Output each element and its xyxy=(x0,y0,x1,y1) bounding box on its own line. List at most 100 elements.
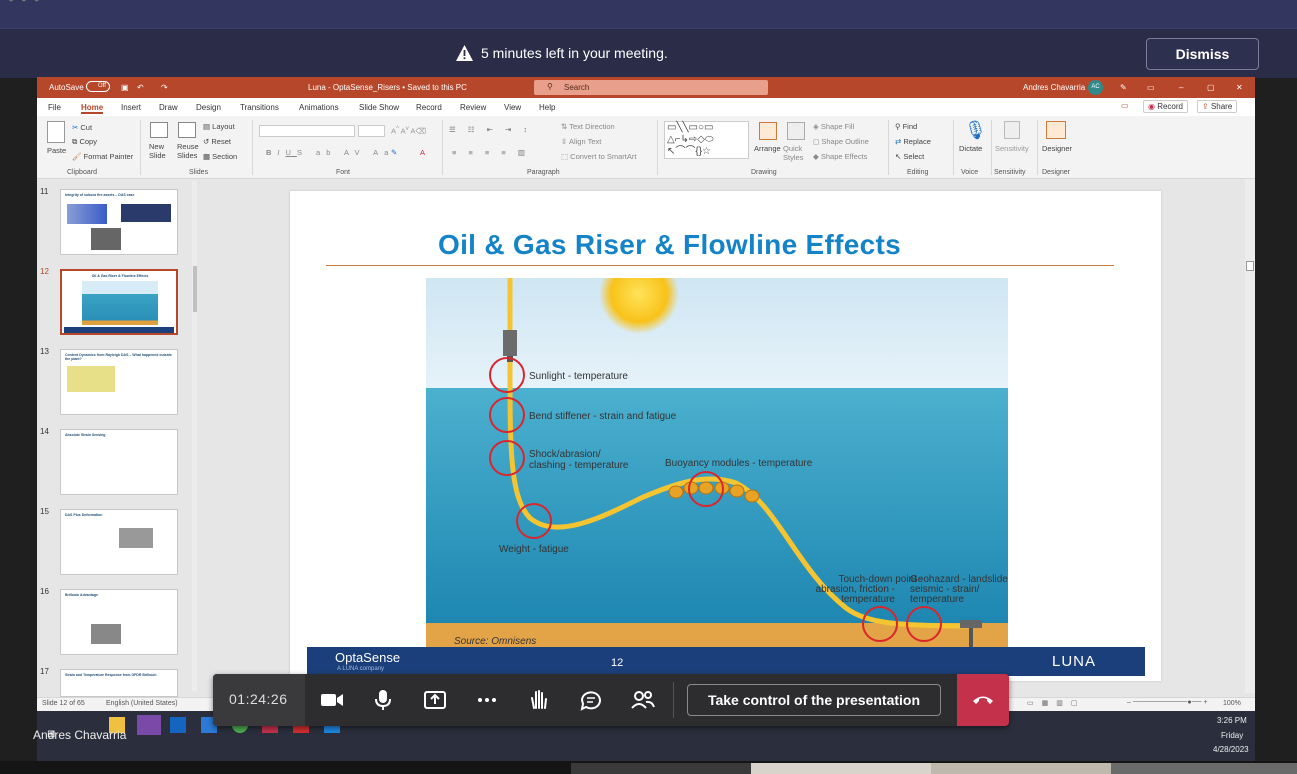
shape-effects-button[interactable]: ◆ Shape Effects xyxy=(813,152,867,161)
slide-thumbnail-15[interactable]: DAS Plus Deformation xyxy=(60,509,178,575)
participant-video[interactable] xyxy=(931,763,1111,774)
tab-insert[interactable]: Insert xyxy=(121,103,141,112)
slide-thumbnail-16[interactable]: Brillouin Advantage xyxy=(60,589,178,655)
shape-fill-button[interactable]: ◈ Shape Fill xyxy=(813,122,854,131)
select-button[interactable]: ↖ Select xyxy=(895,152,924,161)
designer-icon[interactable] xyxy=(1046,121,1066,139)
record-button[interactable]: ◉ Record xyxy=(1143,100,1188,113)
format-painter-button[interactable]: 🖌 Format Painter xyxy=(72,152,133,161)
slide-thumbnail-11[interactable]: Integrity of subsea fire assets – DAS ca… xyxy=(60,189,178,255)
tab-help[interactable]: Help xyxy=(539,103,555,112)
dictate-button[interactable]: Dictate xyxy=(959,144,982,153)
shape-outline-button[interactable]: ◻ Shape Outline xyxy=(813,137,869,146)
participants-icon[interactable] xyxy=(630,688,656,712)
highlight-icon[interactable]: ✎ xyxy=(391,148,397,157)
align-text-button[interactable]: ⇳ Align Text xyxy=(561,137,601,146)
undo-icon[interactable]: ↶ xyxy=(137,83,144,92)
arrange-button[interactable]: Arrange xyxy=(754,144,781,153)
camera-icon[interactable] xyxy=(319,688,345,712)
current-slide[interactable]: Oil & Gas Riser & Flowline Effects Sunli… xyxy=(290,191,1161,681)
designer-button[interactable]: Designer xyxy=(1042,144,1072,153)
slide-thumbnail-12[interactable]: Oil & Gas Riser & Flowline Effects xyxy=(60,269,178,335)
share-screen-icon[interactable] xyxy=(422,688,448,712)
reuse-slides-icon[interactable] xyxy=(178,122,196,138)
user-name[interactable]: Andres Chavarria xyxy=(1023,83,1085,92)
grow-font-icon[interactable]: A^ Av A⌫ xyxy=(391,125,426,136)
language-indicator[interactable]: English (United States) xyxy=(106,700,178,707)
slide-thumbnail-17[interactable]: Strain and Temperature Response from OFD… xyxy=(60,669,178,697)
tab-file[interactable]: File xyxy=(48,103,61,112)
pen-icon[interactable]: ✎ xyxy=(1120,83,1127,92)
tab-design[interactable]: Design xyxy=(196,103,221,112)
redo-icon[interactable]: ↷ xyxy=(161,83,168,92)
restore-icon[interactable]: ▢ xyxy=(1207,83,1215,92)
arrange-icon[interactable] xyxy=(759,122,777,140)
tab-view[interactable]: View xyxy=(504,103,521,112)
shapes-gallery[interactable]: ▭╲╲▭○▭ △⌐↳⇨◇⬭ ↖⌒⌒{}☆ xyxy=(664,121,749,159)
leave-call-button[interactable] xyxy=(957,674,1009,726)
zoom-slider[interactable]: – ───────────●── + xyxy=(1127,699,1208,706)
dismiss-button[interactable]: Dismiss xyxy=(1146,38,1259,70)
section-button[interactable]: ▦ Section xyxy=(203,152,237,161)
participant-video[interactable] xyxy=(571,763,751,774)
tab-record[interactable]: Record xyxy=(416,103,442,112)
sensitivity-button[interactable]: Sensitivity xyxy=(995,144,1029,153)
microphone-icon[interactable] xyxy=(370,688,396,712)
text-direction-button[interactable]: ⇅ Text Direction xyxy=(561,122,615,131)
teams-icon[interactable] xyxy=(137,715,161,735)
quick-styles-button[interactable]: Quick Styles xyxy=(783,144,809,162)
view-buttons[interactable]: ▭▦▥▢ xyxy=(1027,699,1085,707)
take-control-button[interactable]: Take control of the presentation xyxy=(687,684,941,716)
tab-transitions[interactable]: Transitions xyxy=(240,103,279,112)
cut-button[interactable]: ✂ Cut xyxy=(72,123,92,132)
list-buttons[interactable]: ☰ ☷ ⇤ ⇥ ↕ xyxy=(449,125,532,134)
reset-button[interactable]: ↺ Reset xyxy=(203,137,231,146)
chat-icon[interactable] xyxy=(578,688,604,712)
font-color-icon[interactable]: A xyxy=(420,148,425,157)
replace-button[interactable]: ⇄ Replace xyxy=(895,137,931,146)
quick-styles-icon[interactable] xyxy=(787,122,805,140)
font-style-buttons[interactable]: BIUS ab AV Aa xyxy=(266,148,394,157)
font-size-select[interactable] xyxy=(358,125,385,137)
tab-slide-show[interactable]: Slide Show xyxy=(359,103,399,112)
slide-title[interactable]: Oil & Gas Riser & Flowline Effects xyxy=(438,229,901,261)
font-name-select[interactable] xyxy=(259,125,355,137)
new-slide-icon[interactable] xyxy=(150,122,168,138)
autosave-toggle[interactable]: Off xyxy=(86,81,110,92)
convert-smartart-button[interactable]: ⬚ Convert to SmartArt xyxy=(561,152,636,161)
participant-video[interactable] xyxy=(1111,763,1297,774)
paste-button[interactable]: Paste xyxy=(47,146,66,155)
tab-home[interactable]: Home xyxy=(81,103,104,114)
new-slide-button[interactable]: New Slide xyxy=(149,142,173,160)
save-icon[interactable]: ▣ xyxy=(121,83,129,92)
avatar[interactable]: AC xyxy=(1088,80,1103,95)
comments-icon[interactable]: ▭ xyxy=(1121,101,1129,110)
tab-review[interactable]: Review xyxy=(460,103,486,112)
find-button[interactable]: ⚲ Find xyxy=(895,122,917,131)
tab-draw[interactable]: Draw xyxy=(159,103,178,112)
raise-hand-icon[interactable] xyxy=(526,688,552,712)
close-icon[interactable]: ✕ xyxy=(1236,83,1243,92)
sensitivity-icon[interactable] xyxy=(1004,121,1020,139)
clock-time[interactable]: 3:26 PM xyxy=(1217,716,1247,725)
share-button[interactable]: ⇪ Share xyxy=(1197,100,1238,113)
paste-icon[interactable] xyxy=(47,121,65,143)
document-title[interactable]: Luna - OptaSense_Risers • Saved to this … xyxy=(308,83,467,92)
minimize-icon[interactable]: – xyxy=(1179,83,1183,92)
riser-diagram[interactable]: Sunlight - temperature Bend stiffener - … xyxy=(426,278,1008,648)
outlook-icon[interactable] xyxy=(170,717,186,733)
participant-video[interactable] xyxy=(751,763,931,774)
reuse-slides-button[interactable]: Reuse Slides xyxy=(177,142,201,160)
slide-thumbnail-14[interactable]: Absolute Strain Sensing xyxy=(60,429,178,495)
more-options-icon[interactable] xyxy=(474,688,500,712)
search-input[interactable]: Search xyxy=(534,80,768,95)
layout-button[interactable]: ▤ Layout xyxy=(203,122,235,131)
copy-button[interactable]: ⧉ Copy xyxy=(72,137,97,147)
window-controls[interactable]: ● ● ● xyxy=(8,0,42,5)
zoom-level[interactable]: 100% xyxy=(1223,700,1241,707)
slide-thumbnail-13[interactable]: Content Dynamics from Rayleigh DAS – Wha… xyxy=(60,349,178,415)
align-buttons[interactable]: ≡ ≡ ≡ ≡ ▥ xyxy=(452,148,530,157)
ribbon-display-icon[interactable]: ▭ xyxy=(1147,83,1155,92)
slide-scrollbar[interactable] xyxy=(1245,179,1255,693)
tab-animations[interactable]: Animations xyxy=(299,103,339,112)
